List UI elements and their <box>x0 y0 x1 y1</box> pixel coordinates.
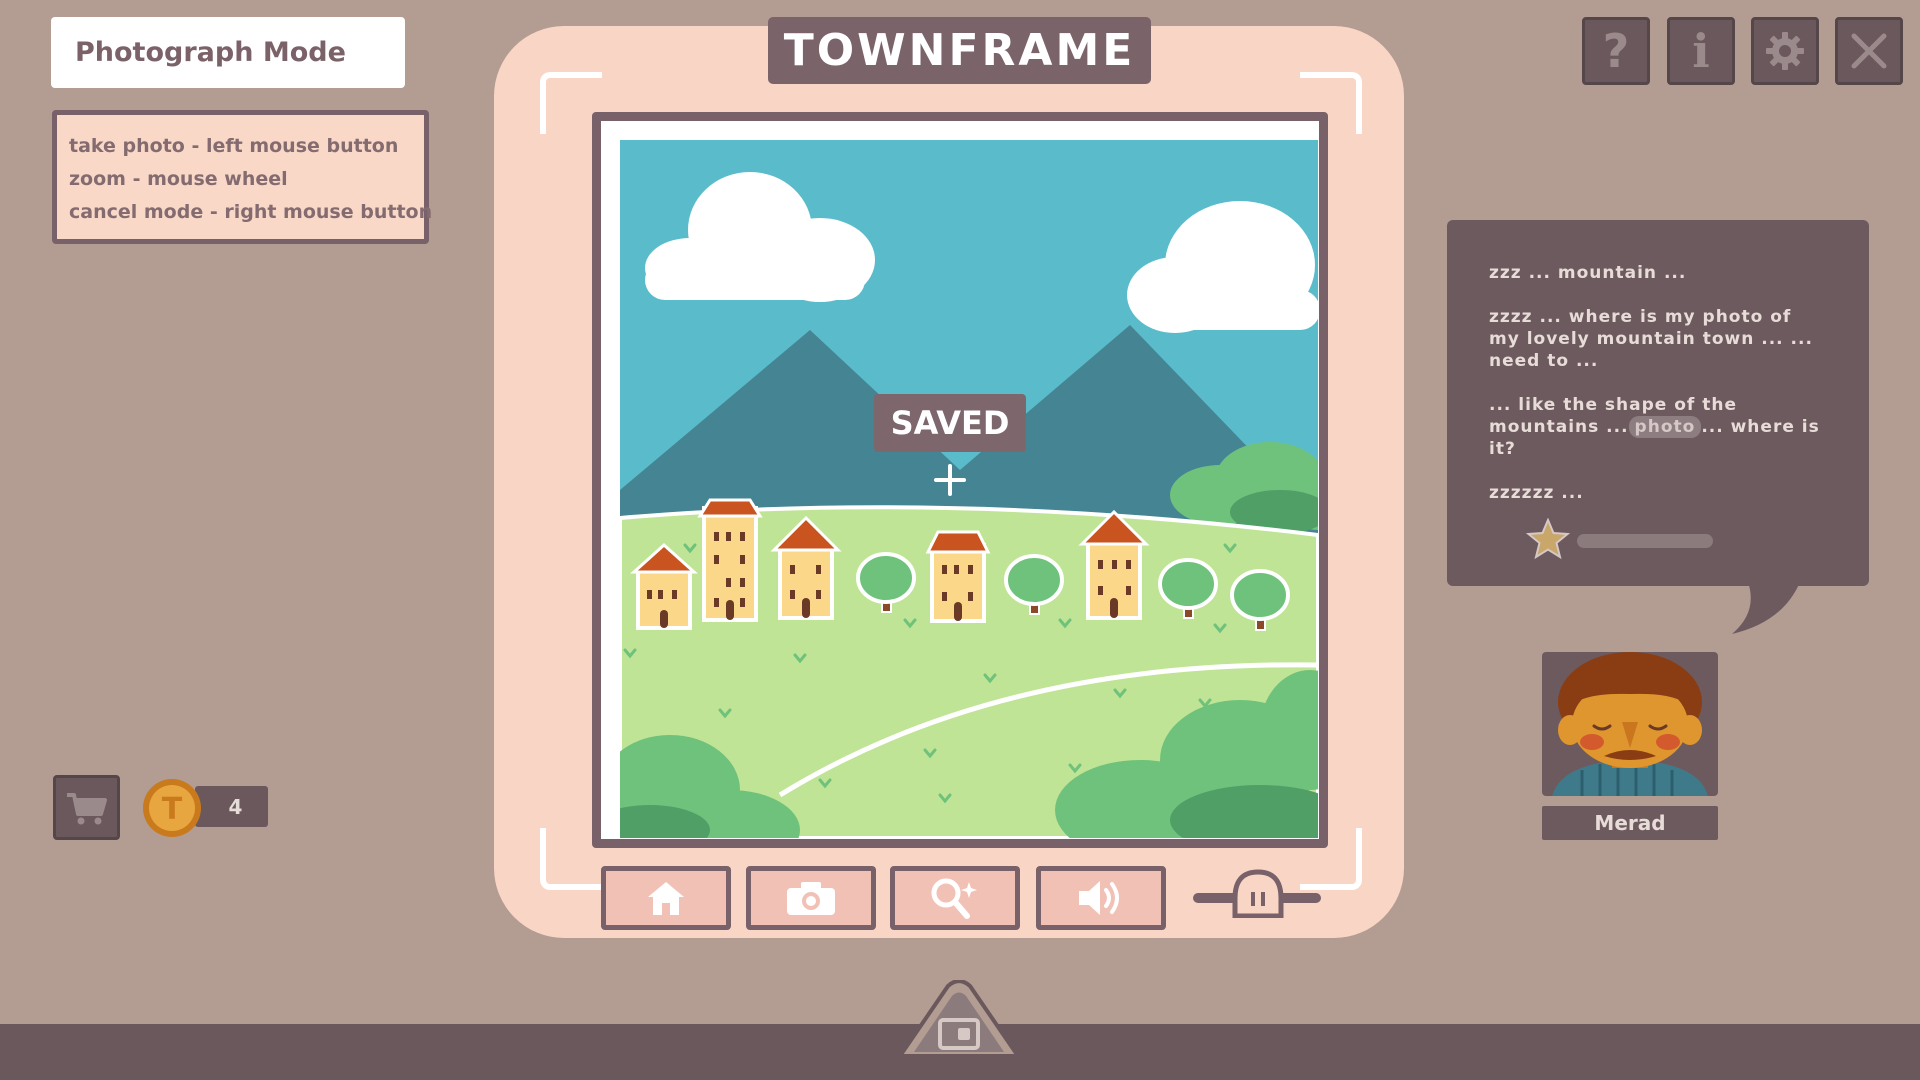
shop-button[interactable] <box>53 775 120 840</box>
info-icon: i <box>1692 24 1710 78</box>
dialogue-line: zzz ... mountain ... <box>1489 263 1687 283</box>
sound-button[interactable] <box>1036 866 1166 930</box>
info-button[interactable]: i <box>1667 17 1735 85</box>
help-line: cancel mode - right mouse button <box>69 201 433 223</box>
character-name: Merad <box>1542 806 1718 840</box>
dialogue-line: zzzzzz ... <box>1489 483 1584 503</box>
gear-icon <box>1766 32 1804 70</box>
speaker-icon <box>1079 881 1119 915</box>
magnifier-sparkle-icon <box>931 878 977 919</box>
mode-title: Photograph Mode <box>51 17 405 88</box>
camera-button[interactable] <box>746 866 876 930</box>
game-title: TOWNFRAME <box>768 17 1151 84</box>
photo-album-tab[interactable] <box>898 980 1020 1058</box>
zoom-button[interactable] <box>890 866 1020 930</box>
speech-bubble-tail <box>1732 582 1800 634</box>
keyword-chip: photo <box>1628 416 1702 438</box>
controls-help-panel: take photo - left mouse button zoom - mo… <box>52 110 433 244</box>
home-icon <box>648 882 684 915</box>
house <box>697 498 763 622</box>
help-button[interactable]: ? <box>1582 17 1650 85</box>
settings-button[interactable] <box>1751 17 1819 85</box>
coin-letter: T <box>162 792 183 827</box>
character-portrait <box>1542 652 1718 796</box>
home-button[interactable] <box>601 866 731 930</box>
help-line: take photo - left mouse button <box>69 135 399 157</box>
close-icon <box>1851 33 1887 69</box>
crosshair-icon <box>934 464 966 496</box>
camera-icon <box>787 882 835 915</box>
coin-count: 4 <box>195 786 268 827</box>
question-icon: ? <box>1602 24 1630 78</box>
help-line: zoom - mouse wheel <box>69 168 288 190</box>
star-icon <box>1526 518 1570 560</box>
dialogue-line: ... like the shape of the mountains ... p… <box>1489 394 1827 460</box>
dialogue-line: zzzz ... where is my photo of my lovely … <box>1489 307 1813 371</box>
house <box>925 530 991 623</box>
town-scene <box>620 140 1318 838</box>
coin-icon: T <box>143 779 201 837</box>
progress-bar <box>1577 534 1713 548</box>
close-button[interactable] <box>1835 17 1903 85</box>
avatar <box>1552 652 1708 796</box>
speech-bubble: zzz ... mountain ... zzzz ... where is m… <box>1447 220 1869 586</box>
pause-icon[interactable] <box>1231 868 1285 918</box>
cart-icon <box>66 792 107 824</box>
saved-badge: SAVED <box>874 394 1026 452</box>
